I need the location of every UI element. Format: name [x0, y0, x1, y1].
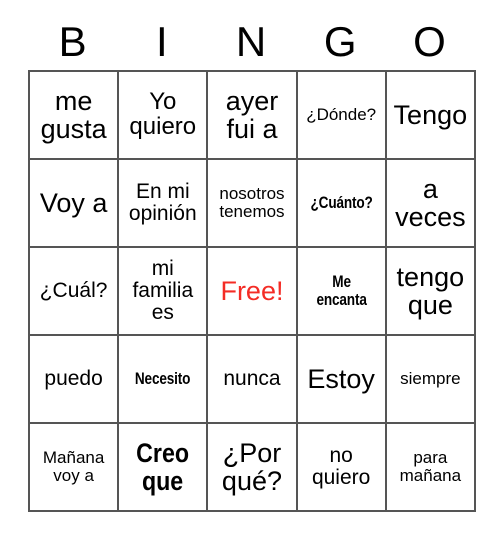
bingo-cell[interactable]: me gusta [30, 72, 120, 160]
bingo-cell[interactable]: En mi opinión [119, 160, 209, 248]
bingo-header-letter-b: B [58, 18, 87, 65]
bingo-card: B I N G O me gusta Yo quiero ayer fui a … [28, 14, 476, 512]
bingo-cell[interactable]: mi familia es [119, 248, 209, 336]
bingo-cell[interactable]: para mañana [386, 424, 476, 512]
bingo-cell[interactable]: a veces [386, 160, 476, 248]
bingo-cell[interactable]: Me encanta [297, 248, 387, 336]
bingo-cell[interactable]: no quiero [297, 424, 387, 512]
bingo-cell-text: Yo quiero [129, 88, 197, 140]
bingo-cell[interactable]: Tengo [386, 72, 476, 160]
bingo-header-letter-n: N [235, 18, 267, 65]
bingo-cell-text: mi familia es [132, 257, 194, 324]
bingo-cell[interactable]: Creo que [119, 424, 209, 512]
bingo-cell-text: Estoy [307, 363, 375, 394]
bingo-cell[interactable]: Mañana voy a [30, 424, 120, 512]
bingo-row: ¿Cuál? mi familia es Free! Me encanta te… [30, 248, 476, 336]
bingo-cell-text: Tengo [393, 99, 468, 130]
bingo-cell[interactable]: nunca [208, 336, 298, 424]
bingo-cell-text: Creo que [136, 437, 190, 496]
bingo-header: B I N G O [28, 14, 474, 70]
bingo-row: puedo Necesito nunca Estoy siempre [30, 336, 476, 424]
bingo-cell[interactable]: Necesito [119, 336, 209, 424]
bingo-cell-text: tengo que [396, 261, 465, 320]
bingo-header-letter-g: G [323, 18, 357, 65]
bingo-cell-text: ¿Por qué? [221, 437, 282, 496]
bingo-cell-text: ¿Cuál? [39, 279, 108, 303]
bingo-cell-text: a veces [395, 173, 466, 232]
bingo-cell-text: no quiero [311, 444, 371, 489]
bingo-header-letter-o: O [413, 18, 446, 65]
bingo-cell-text: siempre [400, 369, 461, 389]
bingo-cell-text: Mañana voy a [42, 448, 105, 485]
bingo-cell[interactable]: ¿Cuánto? [297, 160, 387, 248]
bingo-cell-text: Necesito [135, 369, 191, 389]
bingo-cell-text: ¿Cuánto? [310, 193, 373, 213]
bingo-cell[interactable]: siempre [386, 336, 476, 424]
bingo-cell[interactable]: Voy a [30, 160, 120, 248]
bingo-cell-text: Me encanta [316, 272, 367, 309]
bingo-cell-free[interactable]: Free! [208, 248, 298, 336]
bingo-cell-text: nosotros tenemos [219, 184, 285, 221]
bingo-row: me gusta Yo quiero ayer fui a ¿Dónde? Te… [30, 72, 476, 160]
bingo-cell-text: para mañana [399, 448, 462, 485]
bingo-cell-text: ayer fui a [225, 85, 279, 144]
bingo-cell-text: ¿Dónde? [306, 105, 377, 125]
bingo-cell[interactable]: puedo [30, 336, 120, 424]
bingo-header-letter-i: I [155, 18, 168, 65]
bingo-row: Voy a En mi opinión nosotros tenemos ¿Cu… [30, 160, 476, 248]
bingo-cell-text: puedo [44, 367, 103, 391]
bingo-free-space-text: Free! [220, 275, 284, 306]
bingo-cell[interactable]: tengo que [386, 248, 476, 336]
bingo-cell[interactable]: ¿Por qué? [208, 424, 298, 512]
bingo-cell[interactable]: Yo quiero [119, 72, 209, 160]
bingo-cell-text: nunca [223, 367, 281, 391]
bingo-cell[interactable]: Estoy [297, 336, 387, 424]
bingo-cell[interactable]: ¿Dónde? [297, 72, 387, 160]
bingo-cell[interactable]: ayer fui a [208, 72, 298, 160]
bingo-row: Mañana voy a Creo que ¿Por qué? no quier… [30, 424, 476, 512]
bingo-grid: me gusta Yo quiero ayer fui a ¿Dónde? Te… [28, 70, 476, 512]
bingo-cell-text: En mi opinión [128, 180, 197, 225]
bingo-cell-text: me gusta [40, 85, 107, 144]
bingo-cell[interactable]: ¿Cuál? [30, 248, 120, 336]
bingo-cell[interactable]: nosotros tenemos [208, 160, 298, 248]
bingo-cell-text: Voy a [39, 187, 108, 218]
